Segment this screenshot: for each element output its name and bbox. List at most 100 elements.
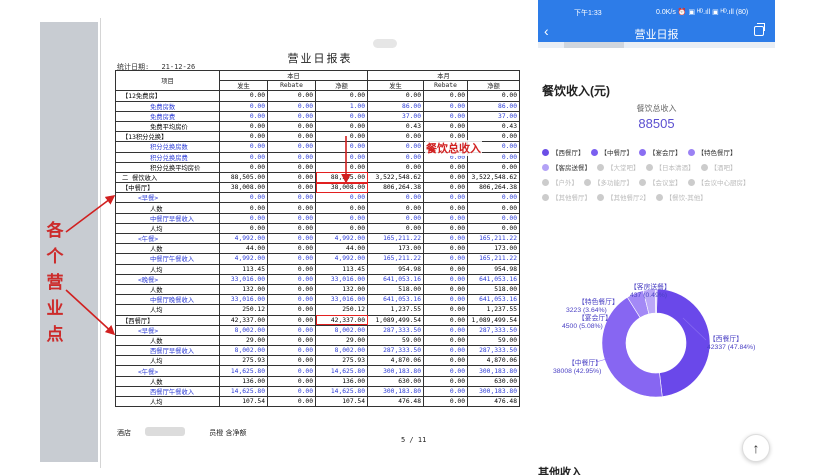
legend-item[interactable]: 【日本清酒】 xyxy=(645,161,695,176)
legend-item[interactable]: 【西餐厅】 xyxy=(542,146,585,161)
row-value: 107.54 xyxy=(315,395,368,408)
row-label: 【西餐厅】 xyxy=(115,314,220,326)
donut-slice[interactable] xyxy=(656,288,711,397)
row-value: 0.00 xyxy=(315,212,368,224)
header-net: 净额 xyxy=(467,80,520,92)
table-row: 人均 113.45 0.00 113.45 954.98 0.00 954.98 xyxy=(115,263,520,275)
table-row: 免费房数 0.00 0.00 1.00 86.00 0.00 86.00 xyxy=(115,100,520,112)
row-value: 8,002.00 xyxy=(219,324,268,336)
legend-item[interactable]: 【宴会厅】 xyxy=(639,146,682,161)
row-value: 287,333.50 xyxy=(367,345,424,357)
legend-label: 【餐饮-其他】 xyxy=(665,195,707,202)
row-value: 4,870.06 xyxy=(467,355,520,367)
row-value: 0.00 xyxy=(467,202,520,214)
legend-item[interactable]: 【中餐厅】 xyxy=(590,146,633,161)
legend-label: 【其他餐厅】 xyxy=(552,195,591,202)
row-value: 4,992.00 xyxy=(315,253,368,265)
row-value: 0.00 xyxy=(423,365,468,377)
status-time: 下午1:33 xyxy=(574,10,602,17)
row-value: 33,016.00 xyxy=(315,294,368,306)
row-value: 33,016.00 xyxy=(219,273,268,285)
row-value: 136.00 xyxy=(315,375,368,387)
row-value: 0.00 xyxy=(267,120,316,133)
legend-item[interactable]: 【酒吧】 xyxy=(700,161,737,176)
legend-item[interactable]: 【会议室】 xyxy=(639,176,682,191)
row-value: 0.00 xyxy=(423,100,468,112)
table-row: 人均 250.12 0.00 250.12 1,237.55 0.00 1,237.55 xyxy=(115,304,520,316)
legend-item[interactable]: 【会议中心厨房】 xyxy=(687,176,750,191)
row-label: 人数 xyxy=(115,283,220,296)
row-value: 14,625.80 xyxy=(219,365,268,377)
legend-dot-icon xyxy=(542,164,549,171)
row-value: 0.00 xyxy=(423,222,468,235)
legend-label: 【宴会厅】 xyxy=(649,150,682,157)
row-value: 0.00 xyxy=(267,375,316,387)
legend-item[interactable]: 【多功能厅】 xyxy=(584,176,633,191)
row-value: 287,333.50 xyxy=(367,324,424,336)
table-row: 免费房费 0.00 0.00 0.00 37.00 0.00 37.00 xyxy=(115,110,520,122)
label-china-name: 【中餐厅】 xyxy=(568,358,602,367)
row-value: 8,002.00 xyxy=(219,345,268,357)
row-value: 0.00 xyxy=(267,263,316,275)
row-value: 0.00 xyxy=(267,182,316,194)
legend-dot-icon xyxy=(639,149,646,156)
table-row: 人数 44.00 0.00 44.00 173.00 0.00 173.00 xyxy=(115,243,520,255)
table-row: 中餐厅早餐收入 0.00 0.00 0.00 0.00 0.00 0.00 xyxy=(115,212,520,224)
row-value: 0.00 xyxy=(267,273,316,285)
legend-item[interactable]: 【其他餐厅】 xyxy=(542,191,591,206)
row-value: 4,992.00 xyxy=(219,232,268,245)
legend-label: 【多功能厅】 xyxy=(594,180,633,187)
table-row: 人数 29.00 0.00 29.00 59.00 0.00 59.00 xyxy=(115,334,520,347)
row-label: 免费平均房价 xyxy=(115,120,220,133)
row-value: 173.00 xyxy=(467,243,520,255)
row-value: 38,008.00 xyxy=(219,182,268,194)
row-value: 0.00 xyxy=(423,90,468,102)
table-row: <午餐> 14,625.80 0.00 14,625.80 300,183.80 0.00… xyxy=(115,365,520,377)
row-value: 0.00 xyxy=(423,243,468,255)
row-label: <午餐> xyxy=(115,232,220,245)
row-value: 14,625.80 xyxy=(219,385,268,398)
row-value: 0.00 xyxy=(423,345,468,357)
legend-item[interactable]: 【客房送餐】 xyxy=(542,161,591,176)
table-row: 人均 107.54 0.00 107.54 476.48 0.00 476.48 xyxy=(115,395,520,408)
row-value: 0.00 xyxy=(423,273,468,285)
row-value: 0.00 xyxy=(367,161,424,173)
legend-dot-icon xyxy=(687,179,695,186)
header-month: 本月 xyxy=(367,69,520,82)
annotation-vertical-text: 各 个 营 业 点 xyxy=(44,218,66,348)
row-value: 0.00 xyxy=(315,110,368,122)
row-value: 0.00 xyxy=(467,222,520,235)
row-value: 0.00 xyxy=(423,283,468,296)
legend-label: 【特色餐厅】 xyxy=(697,150,737,157)
scroll-to-top-button[interactable]: ↑ xyxy=(742,434,770,462)
report-table: 项目 本日 本月 发生 Rebate 净额 发生 Rebate 净额 【12免费… xyxy=(115,69,520,408)
legend-item[interactable]: 【户外】 xyxy=(542,176,578,191)
row-value: 42,337.00 xyxy=(315,314,368,326)
row-value: 29.00 xyxy=(219,334,268,347)
row-value: 1,089,499.54 xyxy=(467,314,520,326)
row-value: 641,053.16 xyxy=(467,294,520,306)
legend-item[interactable]: 【餐饮-其他】 xyxy=(655,191,707,206)
legend-item[interactable]: 【大堂吧】 xyxy=(597,161,640,176)
row-value: 0.00 xyxy=(467,192,520,204)
row-value: 0.00 xyxy=(423,314,468,326)
row-value: 0.00 xyxy=(315,120,368,133)
header-today: 本日 xyxy=(219,69,368,82)
label-west-value: 42337 (47.84%) xyxy=(707,344,755,351)
row-label: 【中餐厅】 xyxy=(115,182,220,194)
row-value: 0.00 xyxy=(467,212,520,224)
row-value: 0.00 xyxy=(423,161,468,173)
page-number: 5 / 11 xyxy=(401,436,427,444)
annotation-char: 营 xyxy=(46,273,64,293)
footer-hotel-label: 酒店 xyxy=(117,429,131,437)
row-value: 0.00 xyxy=(423,355,468,367)
row-value: 14,625.80 xyxy=(315,385,368,398)
row-value: 0.00 xyxy=(367,141,424,153)
row-value: 0.00 xyxy=(267,151,316,163)
legend-item[interactable]: 【特色餐厅】 xyxy=(687,146,737,161)
legend-item[interactable]: 【其他餐厅2】 xyxy=(597,191,650,206)
legend-dot-icon xyxy=(687,149,695,156)
legend-label: 【西餐厅】 xyxy=(552,150,585,157)
copy-icon[interactable] xyxy=(754,23,765,36)
table-row: 二 餐饮收入 88,505.00 0.00 88,505.00 3,522,548.62… xyxy=(115,171,520,184)
